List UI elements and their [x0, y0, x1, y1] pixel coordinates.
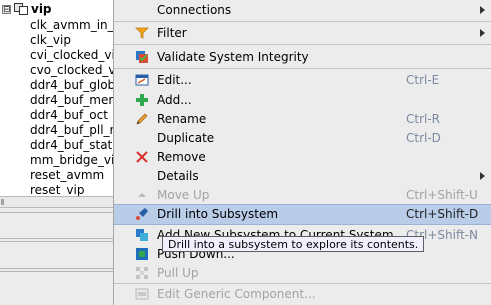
divider — [0, 241, 118, 242]
menu-item-label: Edit Generic Component... — [157, 287, 316, 301]
submenu-arrow-icon — [480, 29, 485, 37]
menu-item-label: Edit... — [157, 73, 192, 87]
horizontal-scrollbar[interactable] — [0, 196, 118, 208]
x-icon — [136, 151, 148, 163]
menu-item-connections[interactable]: Connections — [114, 0, 491, 20]
pencil-icon — [136, 113, 148, 125]
menu-item-shortcut: Ctrl-D — [406, 131, 441, 145]
divider — [0, 271, 118, 272]
scrollbar-thumb[interactable] — [1, 199, 4, 205]
menu-item-duplicate[interactable]: Duplicate Ctrl-D — [114, 128, 491, 148]
menu-item-edit-generic-component[interactable]: Edit Generic Component... — [114, 284, 491, 304]
menu-item-add[interactable]: Add... — [114, 90, 491, 110]
tree-root-vip[interactable]: ⊟ vip — [2, 1, 52, 17]
context-menu: Connections Filter Validate System Integ… — [113, 0, 491, 305]
tree-item[interactable]: ddr4_buf_statu — [30, 137, 120, 153]
menu-item-move-up[interactable]: Move Up Ctrl+Shift-U — [114, 185, 491, 205]
menu-item-label: Duplicate — [157, 131, 215, 145]
menu-separator — [114, 68, 491, 69]
pull-up-icon — [136, 267, 148, 279]
tree-item[interactable]: clk_vip — [30, 32, 71, 48]
menu-item-label: Move Up — [157, 188, 210, 202]
menu-item-pull-up[interactable]: Pull Up — [114, 263, 491, 283]
menu-item-label: Add... — [157, 93, 192, 107]
menu-item-label: Details — [157, 169, 199, 183]
menu-item-shortcut: Ctrl-E — [406, 73, 440, 87]
menu-item-filter[interactable]: Filter — [114, 23, 491, 43]
tree-item[interactable]: reset_avmm — [30, 167, 104, 183]
divider — [0, 212, 118, 213]
push-down-icon — [136, 248, 148, 260]
tree-item[interactable]: mm_bridge_vip — [30, 152, 122, 168]
menu-item-label: Validate System Integrity — [157, 50, 309, 64]
menu-item-label: Rename — [157, 112, 207, 126]
system-tree: ⊟ vip clk_avmm_in_c clk_vip cvi_clocked_… — [0, 0, 122, 197]
drill-icon — [136, 208, 148, 220]
system-icon — [14, 3, 28, 15]
edit-icon — [135, 74, 149, 86]
submenu-arrow-icon — [480, 6, 485, 14]
tree-item[interactable]: cvo_clocked_vi — [30, 62, 119, 78]
menu-item-label: Filter — [157, 26, 187, 40]
menu-item-shortcut: Ctrl+Shift-D — [406, 207, 479, 221]
tree-item[interactable]: ddr4_buf_glob — [30, 77, 115, 93]
menu-item-label: Pull Up — [157, 266, 199, 280]
menu-item-edit[interactable]: Edit... Ctrl-E — [114, 70, 491, 90]
tree-item[interactable]: ddr4_buf_mem — [30, 92, 120, 108]
divider — [0, 268, 118, 269]
tree-item[interactable]: ddr4_buf_pll_r — [30, 122, 114, 138]
tree-item[interactable]: cvi_clocked_vic — [30, 47, 121, 63]
menu-item-validate[interactable]: Validate System Integrity — [114, 47, 491, 67]
plus-icon — [136, 94, 148, 106]
collapse-icon[interactable]: ⊟ — [2, 4, 11, 14]
generic-component-icon — [135, 288, 149, 300]
menu-item-label: Remove — [157, 150, 206, 164]
validate-icon — [136, 51, 148, 63]
menu-item-label: Drill into Subsystem — [157, 207, 279, 221]
menu-item-rename[interactable]: Rename Ctrl-R — [114, 109, 491, 129]
divider — [0, 238, 118, 239]
up-arrow-icon — [138, 193, 146, 197]
menu-item-shortcut: Ctrl-R — [406, 112, 441, 126]
menu-item-remove[interactable]: Remove — [114, 147, 491, 167]
menu-item-shortcut: Ctrl+Shift-U — [406, 188, 478, 202]
tree-item[interactable]: ddr4_buf_oct — [30, 107, 108, 123]
funnel-icon — [135, 27, 149, 39]
new-subsystem-icon — [136, 229, 148, 241]
tree-item[interactable]: clk_avmm_in_c — [30, 17, 120, 33]
menu-separator — [114, 44, 491, 45]
tree-root-label: vip — [31, 2, 52, 16]
menu-item-label: Connections — [157, 3, 232, 17]
submenu-arrow-icon — [480, 172, 485, 180]
tooltip: Drill into a subsystem to explore its co… — [162, 236, 425, 252]
menu-separator — [114, 21, 491, 22]
menu-item-drill-into-subsystem[interactable]: Drill into Subsystem Ctrl+Shift-D — [114, 204, 491, 225]
menu-item-details[interactable]: Details — [114, 166, 491, 186]
